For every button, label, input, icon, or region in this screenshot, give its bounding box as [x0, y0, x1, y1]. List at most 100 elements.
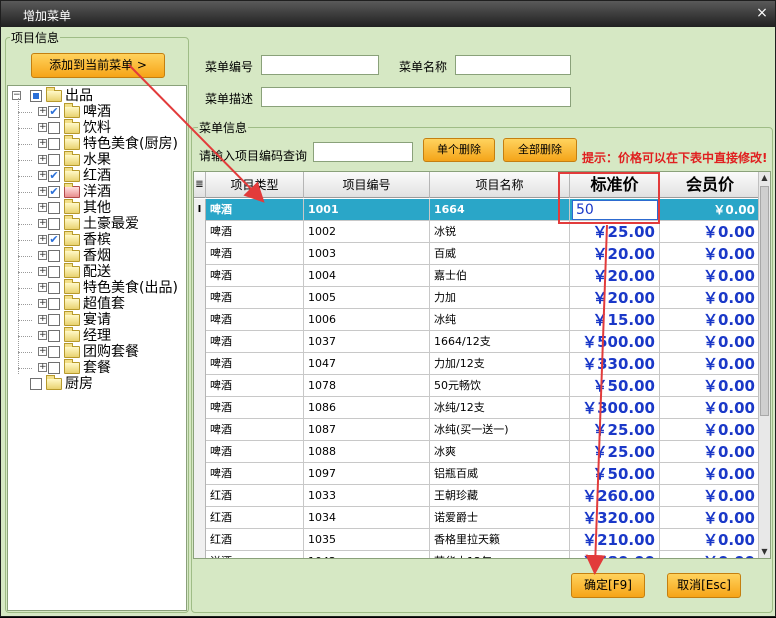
row-gutter[interactable]: [194, 485, 206, 507]
table-row[interactable]: 啤酒 1097 铝瓶百威 ￥50.00 ￥0.00: [194, 463, 760, 485]
tree-checkbox[interactable]: ✔: [48, 170, 60, 182]
cell-price[interactable]: ￥20.00: [570, 287, 660, 309]
tree-node[interactable]: + 配送: [8, 263, 186, 280]
row-gutter[interactable]: [194, 551, 206, 558]
menu-no-input[interactable]: [261, 55, 379, 75]
cell-price[interactable]: ￥50.00: [570, 463, 660, 485]
tree-expander-icon[interactable]: +: [38, 299, 47, 308]
tree-node[interactable]: + ✔ 啤酒: [8, 103, 186, 120]
cell-price[interactable]: ￥25.00: [570, 441, 660, 463]
cell-vip[interactable]: ￥0.00: [660, 243, 760, 265]
tree-node[interactable]: + ✔ 香槟: [8, 231, 186, 248]
table-row[interactable]: 啤酒 1047 力加/12支 ￥330.00 ￥0.00: [194, 353, 760, 375]
tree-node[interactable]: + ✔ 洋酒: [8, 183, 186, 200]
cell-price[interactable]: ￥320.00: [570, 507, 660, 529]
tree-checkbox[interactable]: [30, 90, 42, 102]
table-row[interactable]: 红酒 1033 王朝珍藏 ￥260.00 ￥0.00: [194, 485, 760, 507]
table-row[interactable]: 啤酒 1002 冰锐 ￥25.00 ￥0.00: [194, 221, 760, 243]
tree-expander-icon[interactable]: +: [38, 251, 47, 260]
tree-checkbox[interactable]: [48, 266, 60, 278]
cell-price[interactable]: ￥260.00: [570, 485, 660, 507]
tree-expander-icon[interactable]: +: [38, 315, 47, 324]
tree-checkbox[interactable]: [48, 314, 60, 326]
row-gutter[interactable]: [194, 375, 206, 397]
table-row[interactable]: 啤酒 1006 冰纯 ￥15.00 ￥0.00: [194, 309, 760, 331]
table-row[interactable]: 啤酒 1037 1664/12支 ￥500.00 ￥0.00: [194, 331, 760, 353]
row-gutter[interactable]: [194, 463, 206, 485]
cell-price[interactable]: ￥300.00: [570, 397, 660, 419]
tree-expander-icon[interactable]: +: [38, 155, 47, 164]
tree-expander-icon[interactable]: +: [38, 123, 47, 132]
tree-checkbox[interactable]: [48, 330, 60, 342]
cell-vip[interactable]: ￥0.00: [660, 397, 760, 419]
row-gutter[interactable]: [194, 507, 206, 529]
row-gutter[interactable]: [194, 243, 206, 265]
tree-expander-icon[interactable]: +: [38, 331, 47, 340]
cell-price[interactable]: ￥50.00: [570, 375, 660, 397]
menu-desc-input[interactable]: [261, 87, 571, 107]
scroll-thumb[interactable]: [760, 186, 769, 416]
tree-node[interactable]: + 饮料: [8, 119, 186, 136]
grid-scrollbar[interactable]: ▲ ▼: [758, 172, 770, 558]
ok-button[interactable]: 确定[F9]: [571, 573, 645, 598]
cell-price[interactable]: ￥330.00: [570, 353, 660, 375]
tree-node[interactable]: + 特色美食(厨房): [8, 135, 186, 152]
cell-vip[interactable]: ￥0.00: [660, 199, 760, 221]
tree-expander-icon[interactable]: +: [38, 283, 47, 292]
menu-grid[interactable]: ≣ 项目类型 项目编号 项目名称 标准价 会员价 I 啤酒 1001 1664 50 ￥0…: [193, 171, 771, 559]
table-row[interactable]: 红酒 1035 香格里拉天籁 ￥210.00 ￥0.00: [194, 529, 760, 551]
cell-price[interactable]: ￥20.00: [570, 265, 660, 287]
tree-checkbox[interactable]: [48, 154, 60, 166]
col-header-vip-price[interactable]: 会员价: [660, 172, 760, 198]
row-gutter[interactable]: [194, 331, 206, 353]
tree-checkbox[interactable]: [48, 298, 60, 310]
tree-checkbox[interactable]: [48, 202, 60, 214]
row-gutter[interactable]: [194, 309, 206, 331]
tree-node[interactable]: + 宴请: [8, 311, 186, 328]
table-row[interactable]: 啤酒 1088 冰爽 ￥25.00 ￥0.00: [194, 441, 760, 463]
row-gutter[interactable]: [194, 353, 206, 375]
tree-checkbox[interactable]: [48, 250, 60, 262]
tree-node[interactable]: + 超值套: [8, 295, 186, 312]
tree-checkbox[interactable]: ✔: [48, 234, 60, 246]
cell-vip[interactable]: ￥0.00: [660, 331, 760, 353]
cell-price[interactable]: ￥25.00: [570, 221, 660, 243]
row-gutter[interactable]: [194, 419, 206, 441]
tree-node[interactable]: + 经理: [8, 327, 186, 344]
cell-price[interactable]: ￥580.00: [570, 551, 660, 558]
cell-vip[interactable]: ￥0.00: [660, 309, 760, 331]
tree-expander-icon[interactable]: +: [38, 219, 47, 228]
tree-node[interactable]: 厨房: [8, 375, 186, 392]
cell-vip[interactable]: ￥0.00: [660, 353, 760, 375]
cell-vip[interactable]: ￥0.00: [660, 463, 760, 485]
table-row[interactable]: 啤酒 1004 嘉士伯 ￥20.00 ￥0.00: [194, 265, 760, 287]
tree-expander-icon[interactable]: +: [38, 171, 47, 180]
cell-vip[interactable]: ￥0.00: [660, 221, 760, 243]
cell-vip[interactable]: ￥0.00: [660, 507, 760, 529]
row-gutter[interactable]: [194, 287, 206, 309]
tree-expander-icon[interactable]: +: [38, 347, 47, 356]
scroll-down-icon[interactable]: ▼: [759, 546, 770, 558]
tree-checkbox[interactable]: ✔: [48, 106, 60, 118]
table-row[interactable]: 啤酒 1003 百威 ￥20.00 ￥0.00: [194, 243, 760, 265]
tree-node[interactable]: − 出品: [8, 87, 186, 104]
add-to-menu-button[interactable]: 添加到当前菜单 >: [31, 53, 165, 78]
delete-all-button[interactable]: 全部删除: [503, 138, 577, 162]
cell-price[interactable]: ￥15.00: [570, 309, 660, 331]
menu-name-input[interactable]: [455, 55, 571, 75]
scroll-up-icon[interactable]: ▲: [759, 172, 770, 184]
col-header-code[interactable]: 项目编号: [304, 172, 430, 198]
tree-node[interactable]: + 土豪最爱: [8, 215, 186, 232]
query-input[interactable]: [313, 142, 413, 162]
row-gutter[interactable]: [194, 529, 206, 551]
table-row[interactable]: 啤酒 1086 冰纯/12支 ￥300.00 ￥0.00: [194, 397, 760, 419]
tree-checkbox[interactable]: [48, 138, 60, 150]
tree-checkbox[interactable]: [48, 122, 60, 134]
tree-checkbox[interactable]: [48, 346, 60, 358]
cell-vip[interactable]: ￥0.00: [660, 265, 760, 287]
tree-node[interactable]: + 团购套餐: [8, 343, 186, 360]
tree-node[interactable]: + 特色美食(出品): [8, 279, 186, 296]
col-header-type[interactable]: 项目类型: [206, 172, 304, 198]
row-gutter[interactable]: [194, 221, 206, 243]
table-row[interactable]: 啤酒 1087 冰纯(买一送一) ￥25.00 ￥0.00: [194, 419, 760, 441]
